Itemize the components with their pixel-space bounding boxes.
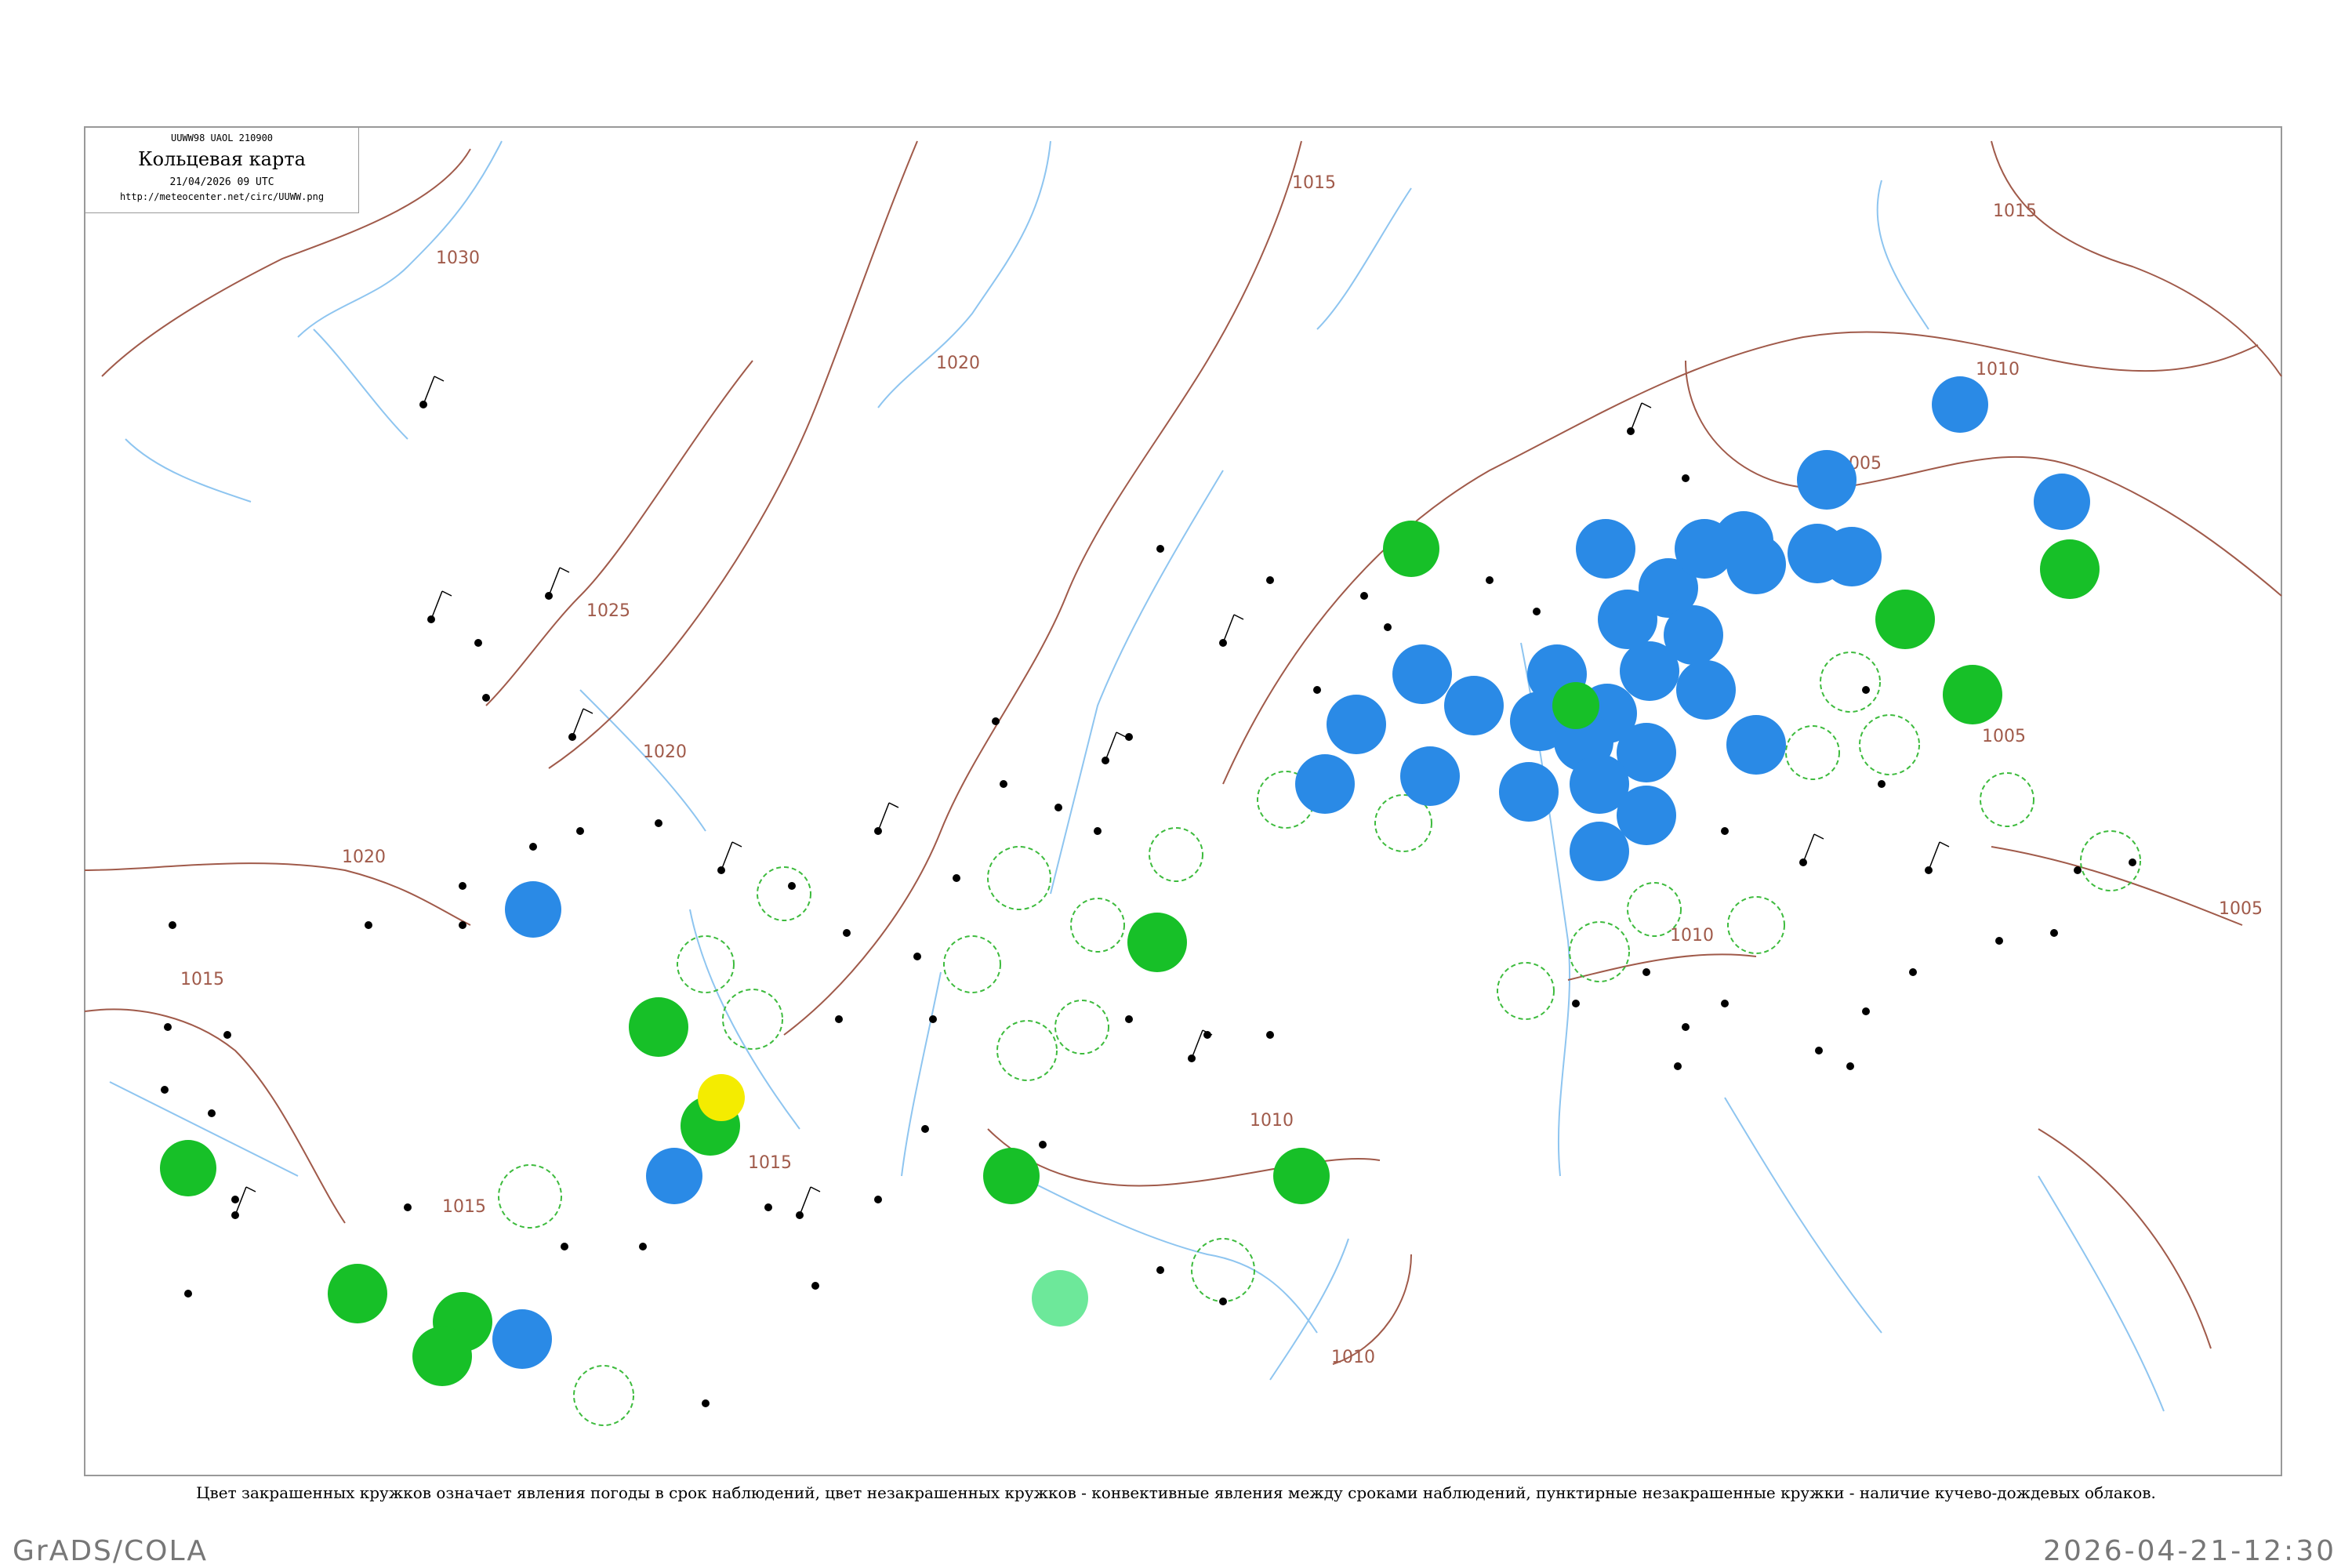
map-legend: UUWW98 UAOL 210900 Кольцевая карта 21/04… <box>85 127 359 213</box>
isobar-label: 1005 <box>1982 727 2026 746</box>
isobar-label: 1010 <box>1331 1348 1375 1367</box>
rain-station <box>1392 644 1452 704</box>
map-url[interactable]: http://meteocenter.net/circ/UUWW.png <box>85 191 358 202</box>
synoptic-map: 1030 1025 1020 1020 1020 1015 1015 1015 … <box>84 126 2282 1476</box>
rain-station <box>1932 376 1988 433</box>
shower-station <box>1875 590 1935 649</box>
software-credit: GrADS/COLA <box>13 1535 209 1567</box>
rain-station <box>1726 715 1786 775</box>
rain-station <box>1576 519 1635 579</box>
rain-station <box>1617 786 1676 845</box>
isobar-label: 1020 <box>643 742 687 762</box>
shower-station <box>2040 539 2100 599</box>
rain-station <box>1620 641 1679 701</box>
rain-station <box>1295 754 1355 814</box>
rain-station <box>1822 527 1882 586</box>
isobar-label: 1025 <box>586 601 630 621</box>
bulletin-code: UUWW98 UAOL 210900 <box>170 132 274 143</box>
rain-station <box>1327 695 1386 754</box>
map-footnote: Цвет закрашенных кружков означает явлени… <box>196 1483 2156 1502</box>
shower-station <box>160 1140 216 1196</box>
rain-station <box>2034 474 2090 530</box>
fog-marker <box>698 1074 745 1121</box>
rain-station <box>505 881 561 938</box>
rain-station <box>1726 535 1786 594</box>
shower-station <box>1273 1148 1330 1204</box>
rain-station <box>1499 762 1559 822</box>
rain-station <box>1444 676 1504 735</box>
map-frame <box>84 126 2282 1476</box>
map-date: 21/04/2026 09 UTC <box>169 176 274 188</box>
isobar-label: 1015 <box>748 1153 792 1173</box>
isobar-label: 1020 <box>342 848 386 867</box>
rain-station <box>1598 590 1657 649</box>
shower-station <box>629 997 688 1057</box>
shower-station <box>1127 913 1187 972</box>
shower-station <box>1943 665 2002 724</box>
rain-station <box>1797 450 1857 510</box>
isobar-label: 1015 <box>1292 173 1336 193</box>
shower-station <box>1383 521 1439 577</box>
render-timestamp: 2026-04-21-12:30 <box>2043 1535 2336 1567</box>
isobar-label: 1015 <box>442 1197 486 1217</box>
isobar-label: 1015 <box>180 970 224 989</box>
rain-station <box>492 1309 552 1369</box>
isobar-label: 1010 <box>1670 926 1714 946</box>
shower-station <box>1552 682 1599 729</box>
rain-station <box>1400 746 1460 806</box>
shower-station <box>412 1327 472 1386</box>
rain-station <box>1676 660 1736 720</box>
isobar-label: 1005 <box>2219 899 2263 919</box>
rain-station <box>646 1148 702 1204</box>
isobar-label: 1010 <box>1250 1111 1294 1131</box>
isobar-label: 1015 <box>1993 201 2037 221</box>
shower-station <box>983 1148 1040 1204</box>
rain-station <box>1570 822 1629 881</box>
shower-station <box>328 1264 387 1323</box>
map-title: Кольцевая карта <box>138 148 306 170</box>
drizzle-marker <box>1032 1270 1088 1327</box>
isobar-label: 1020 <box>936 354 980 373</box>
isobar-label: 1030 <box>436 249 480 268</box>
isobar-label: 1010 <box>1976 360 2020 379</box>
